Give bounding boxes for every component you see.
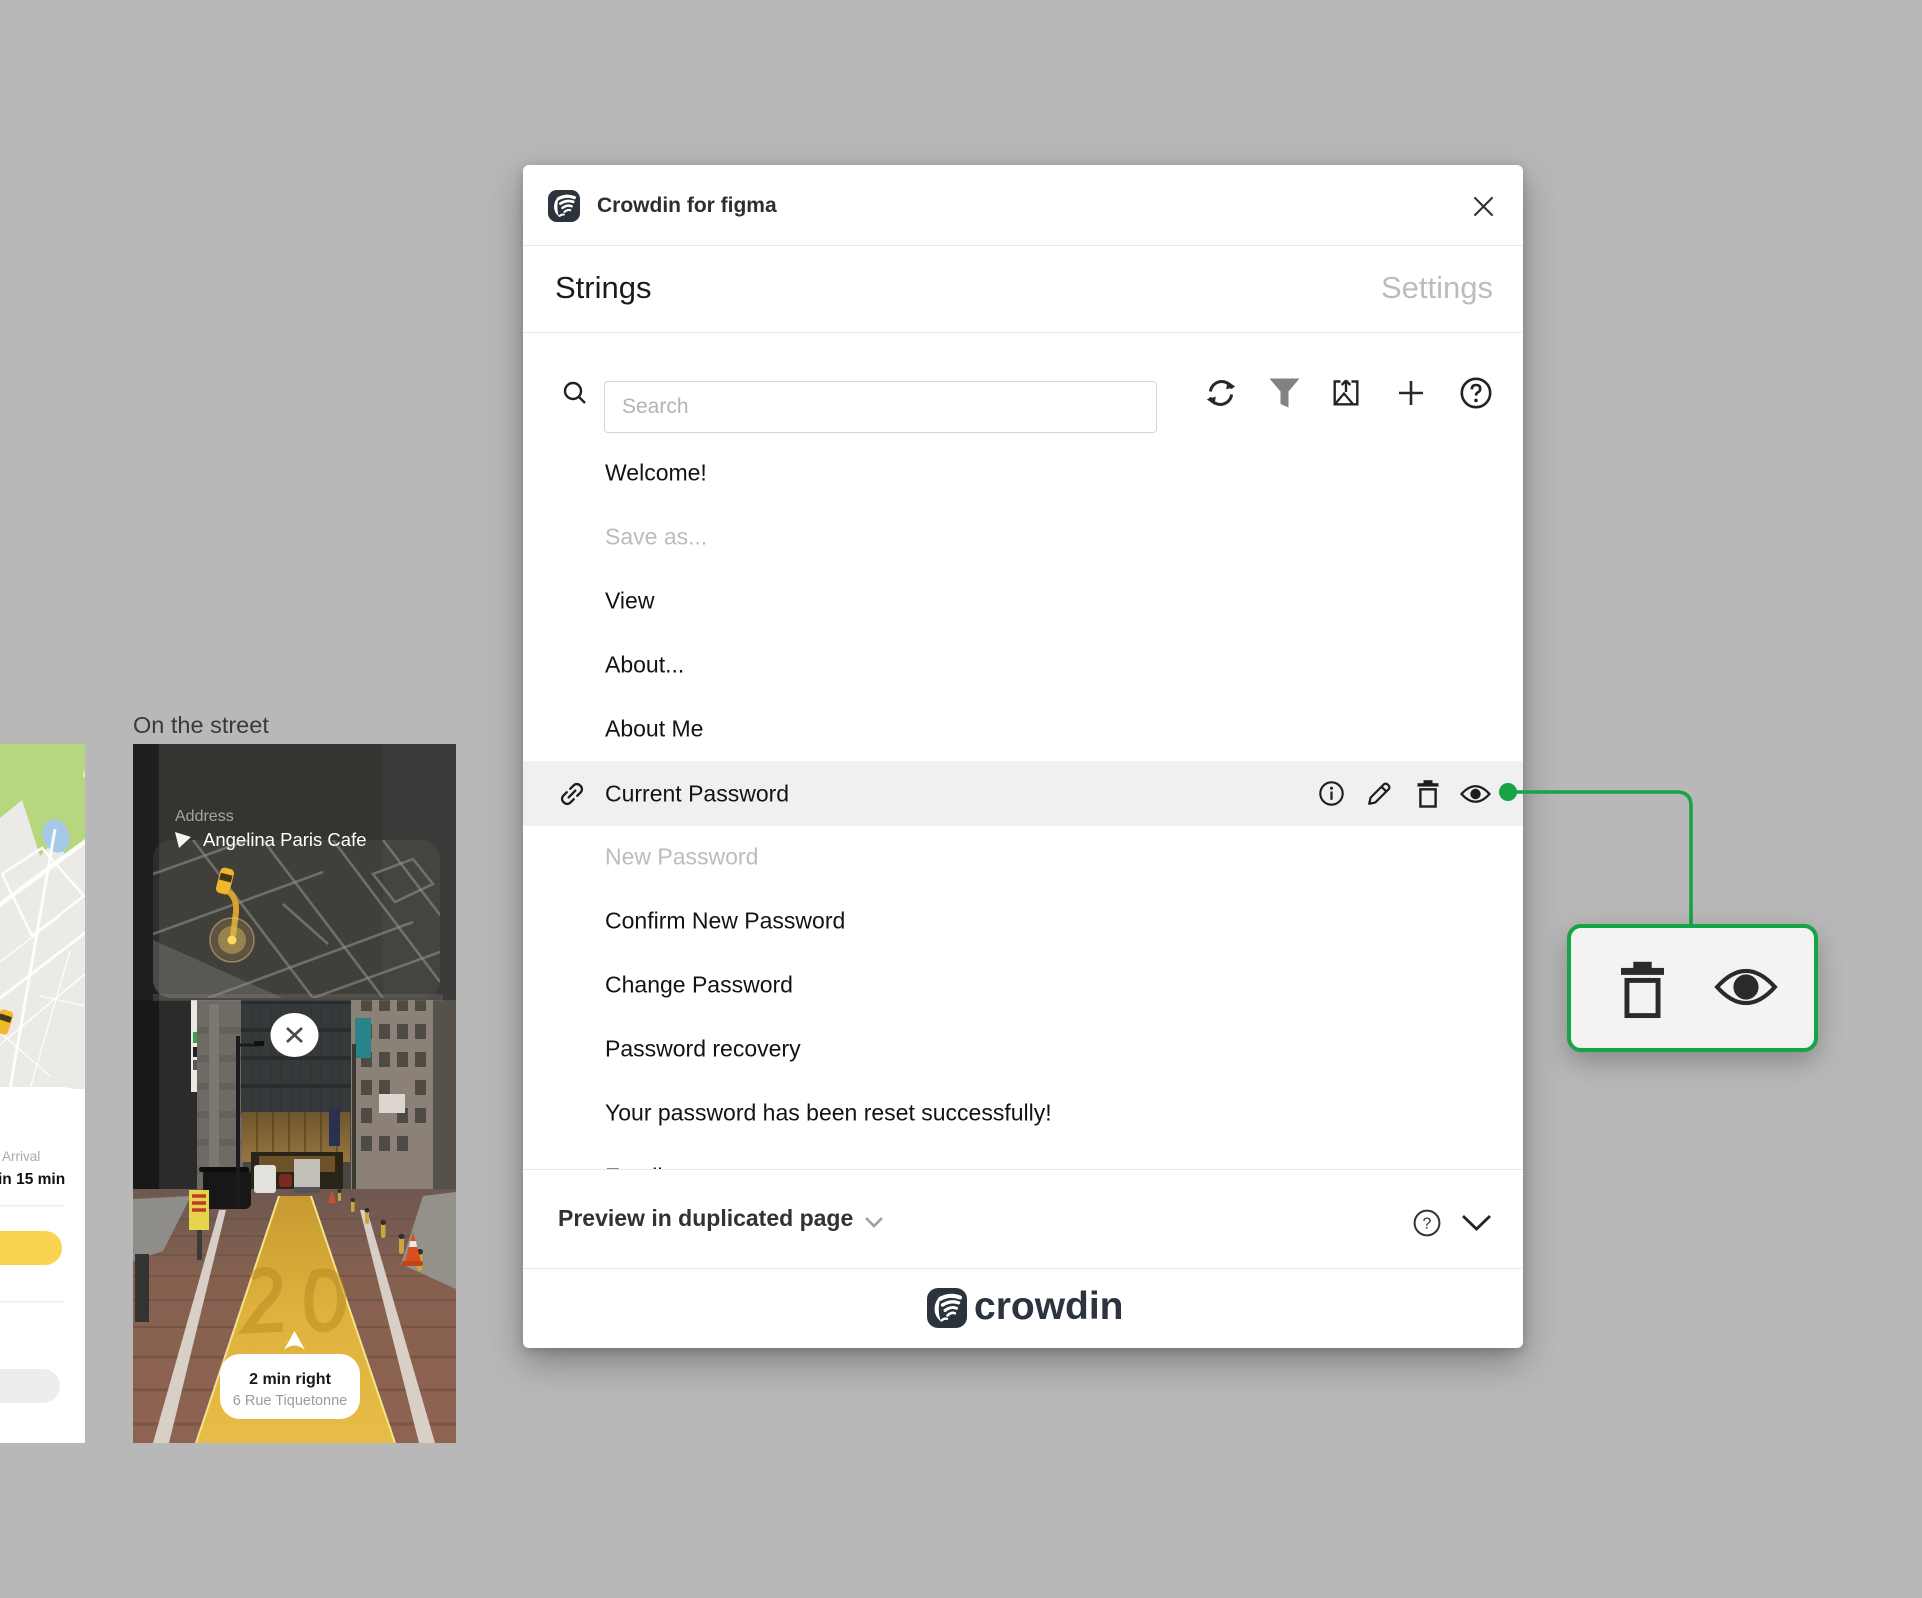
svg-text:in 15 min: in 15 min xyxy=(0,1171,65,1188)
svg-text:Address: Address xyxy=(175,808,234,825)
svg-text:2 min right: 2 min right xyxy=(249,1371,331,1388)
svg-text:6 Rue Tiquetonne: 6 Rue Tiquetonne xyxy=(233,1393,347,1409)
svg-text:Angelina Paris Cafe: Angelina Paris Cafe xyxy=(203,829,367,850)
svg-text:?: ? xyxy=(1423,1216,1432,1233)
svg-text:Arrival: Arrival xyxy=(2,1149,40,1164)
